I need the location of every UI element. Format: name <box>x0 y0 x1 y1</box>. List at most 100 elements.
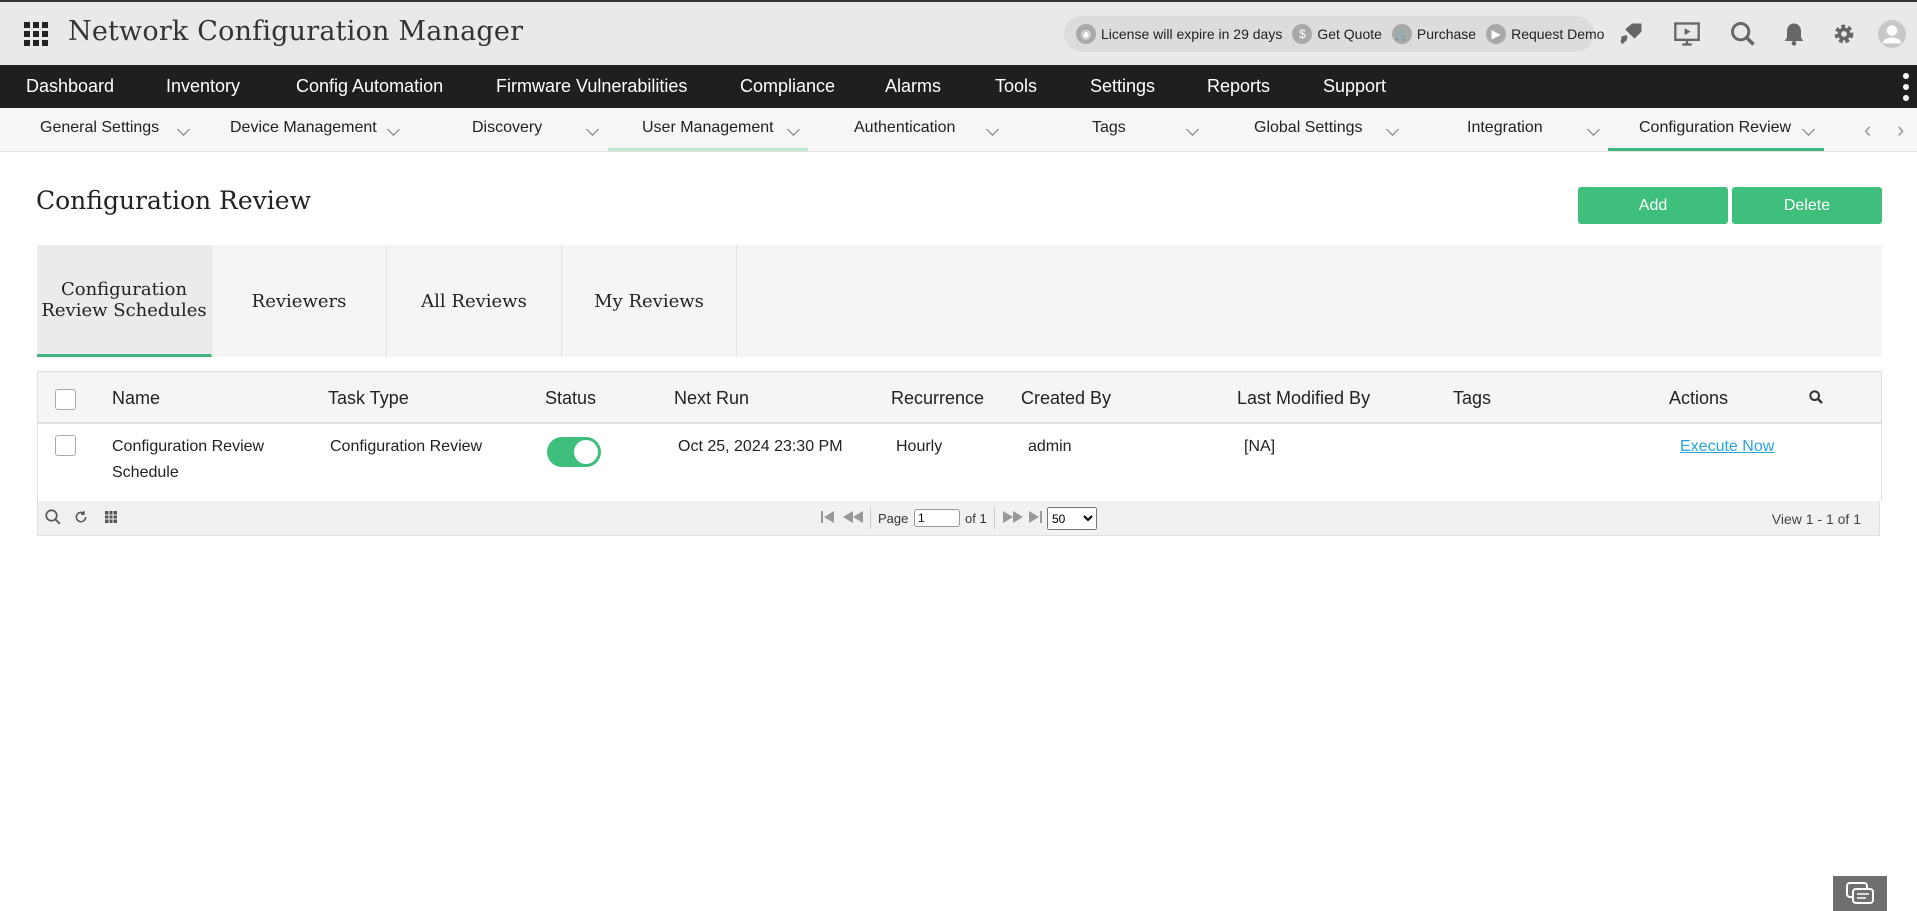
row-task-type: Configuration Review <box>330 438 483 455</box>
subnav-integration[interactable]: Integration <box>1467 108 1543 152</box>
col-next-run[interactable]: Next Run <box>674 372 749 424</box>
chevron-down-icon[interactable] <box>1386 123 1399 136</box>
col-last-modified-by[interactable]: Last Modified By <box>1237 372 1370 424</box>
nav-config-automation[interactable]: Config Automation <box>296 65 443 108</box>
status-toggle[interactable] <box>547 437 601 467</box>
last-page-icon[interactable] <box>1027 510 1043 527</box>
chevron-down-icon[interactable] <box>787 123 800 136</box>
row-name: Configuration Review Schedule <box>112 438 265 481</box>
subnav-tags[interactable]: Tags <box>1092 108 1126 152</box>
col-created-by[interactable]: Created By <box>1021 372 1111 424</box>
license-bar: ◉ License will expire in 29 days $ Get Q… <box>1064 16 1604 52</box>
prev-page-icon[interactable] <box>842 510 864 527</box>
nav-reports[interactable]: Reports <box>1207 65 1270 108</box>
review-tabs: Configuration Review Schedules Reviewers… <box>37 245 1882 357</box>
chevron-down-icon[interactable] <box>387 123 400 136</box>
schedules-table: Name Task Type Status Next Run Recurrenc… <box>37 371 1882 501</box>
execute-now-link[interactable]: Execute Now <box>1680 434 1774 460</box>
col-task-type[interactable]: Task Type <box>328 372 409 424</box>
subnav-general-settings[interactable]: General Settings <box>40 108 159 152</box>
tab-my-reviews[interactable]: My Reviews <box>562 245 737 357</box>
chat-icon <box>1846 881 1874 904</box>
presentation-icon[interactable] <box>1671 18 1703 50</box>
add-button[interactable]: Add <box>1578 187 1728 224</box>
nav-support[interactable]: Support <box>1323 65 1386 108</box>
get-quote-link[interactable]: $ Get Quote <box>1292 24 1382 44</box>
nav-alarms[interactable]: Alarms <box>885 65 941 108</box>
chevron-left-icon[interactable]: ‹ <box>1864 119 1871 141</box>
search-icon[interactable] <box>1727 18 1759 50</box>
col-status[interactable]: Status <box>545 372 596 424</box>
delete-button[interactable]: Delete <box>1732 187 1882 224</box>
row-recurrence: Hourly <box>896 438 943 455</box>
chevron-right-icon[interactable]: › <box>1897 119 1904 141</box>
tab-all-reviews[interactable]: All Reviews <box>387 245 562 357</box>
table-header: Name Task Type Status Next Run Recurrenc… <box>38 372 1881 424</box>
row-last-modified-by: [NA] <box>1244 438 1276 455</box>
table-row[interactable]: Configuration Review Schedule Configurat… <box>38 426 1881 501</box>
license-expiry[interactable]: ◉ License will expire in 29 days <box>1076 24 1282 44</box>
view-count: View 1 - 1 of 1 <box>1771 511 1861 527</box>
avatar[interactable] <box>1876 18 1908 50</box>
purchase-link[interactable]: 🛒 Purchase <box>1391 24 1476 44</box>
subnav-authentication[interactable]: Authentication <box>854 108 955 152</box>
col-name[interactable]: Name <box>112 372 160 424</box>
app-title: Network Configuration Manager <box>68 16 524 47</box>
nav-compliance[interactable]: Compliance <box>740 65 835 108</box>
select-all-checkbox[interactable] <box>55 389 76 410</box>
nav-tools[interactable]: Tools <box>995 65 1037 108</box>
nav-dashboard[interactable]: Dashboard <box>26 65 114 108</box>
subnav-device-management[interactable]: Device Management <box>230 108 377 152</box>
subnav-discovery[interactable]: Discovery <box>472 108 542 152</box>
tab-configuration-review-schedules[interactable]: Configuration Review Schedules <box>37 245 212 357</box>
top-header: Network Configuration Manager ◉ License … <box>0 0 1917 65</box>
subnav-global-settings[interactable]: Global Settings <box>1254 108 1363 152</box>
subnav-configuration-review[interactable]: Configuration Review <box>1639 108 1791 152</box>
nav-inventory[interactable]: Inventory <box>166 65 240 108</box>
search-icon[interactable] <box>44 508 62 529</box>
cart-icon: 🛒 <box>1391 24 1412 44</box>
row-checkbox[interactable] <box>55 435 76 456</box>
chat-widget[interactable] <box>1833 876 1887 911</box>
more-menu-icon[interactable] <box>1903 73 1909 101</box>
refresh-icon[interactable] <box>74 510 88 527</box>
col-tags[interactable]: Tags <box>1453 372 1491 424</box>
page-title: Configuration Review <box>36 186 311 215</box>
dollar-icon: $ <box>1292 24 1313 44</box>
request-demo-link[interactable]: ▶ Request Demo <box>1486 24 1604 44</box>
page-input[interactable] <box>914 509 960 527</box>
demo-icon: ▶ <box>1486 24 1507 44</box>
chevron-down-icon[interactable] <box>1186 123 1199 136</box>
subnav-user-management[interactable]: User Management <box>642 108 774 152</box>
chevron-down-icon[interactable] <box>986 123 999 136</box>
page-label: Page <box>878 511 909 526</box>
col-recurrence[interactable]: Recurrence <box>891 372 984 424</box>
chevron-down-icon[interactable] <box>177 123 190 136</box>
tab-reviewers[interactable]: Reviewers <box>212 245 387 357</box>
main-nav: Dashboard Inventory Config Automation Fi… <box>0 65 1917 108</box>
request-demo-text: Request Demo <box>1511 26 1605 42</box>
pager-divider <box>994 507 995 529</box>
subnav-hover-indicator <box>608 148 808 151</box>
bell-icon[interactable] <box>1778 18 1810 50</box>
sub-nav: General Settings Device Management Disco… <box>0 108 1917 152</box>
row-next-run: Oct 25, 2024 23:30 PM <box>678 438 843 455</box>
apps-grid-icon[interactable] <box>24 22 48 46</box>
page-of-label: of 1 <box>965 511 987 526</box>
nav-firmware-vulnerabilities[interactable]: Firmware Vulnerabilities <box>496 65 687 108</box>
pager-bar: Page of 1 50 View 1 - 1 of 1 <box>37 501 1880 536</box>
page-size-select[interactable]: 50 <box>1047 507 1097 530</box>
nav-settings[interactable]: Settings <box>1090 65 1155 108</box>
pager-divider <box>870 507 871 529</box>
chevron-down-icon[interactable] <box>1587 123 1600 136</box>
chevron-down-icon[interactable] <box>1802 123 1815 136</box>
chevron-down-icon[interactable] <box>586 123 599 136</box>
award-icon: ◉ <box>1076 24 1096 44</box>
first-page-icon[interactable] <box>820 510 836 527</box>
column-search-icon[interactable] <box>1808 389 1824 410</box>
next-page-icon[interactable] <box>1002 510 1024 527</box>
columns-icon[interactable] <box>105 511 117 526</box>
row-created-by: admin <box>1028 438 1072 455</box>
rocket-icon[interactable] <box>1615 18 1647 50</box>
gear-icon[interactable] <box>1828 18 1860 50</box>
